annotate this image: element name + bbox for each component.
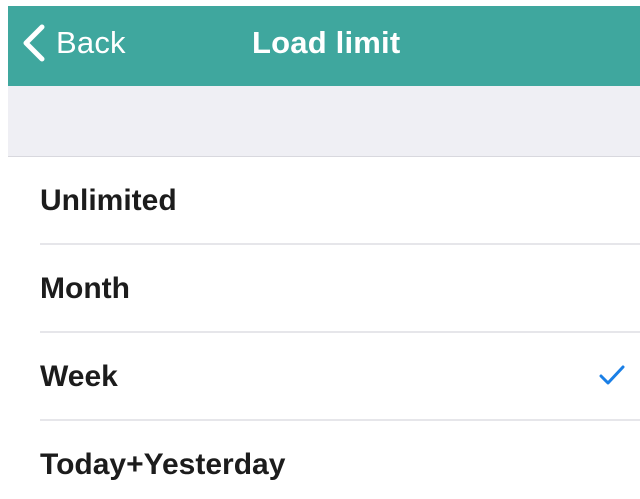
navigation-bar: Back Load limit (8, 6, 640, 86)
option-unlimited[interactable]: Unlimited (0, 157, 640, 245)
option-month[interactable]: Month (0, 245, 640, 333)
option-week[interactable]: Week (0, 333, 640, 421)
back-label: Back (56, 25, 126, 60)
back-button[interactable]: Back (20, 6, 126, 80)
option-label: Month (40, 272, 130, 305)
checkmark-icon (599, 365, 625, 385)
chevron-left-icon (23, 24, 45, 62)
option-label: Today+Yesterday (40, 448, 286, 481)
option-today-yesterday[interactable]: Today+Yesterday (0, 421, 640, 499)
load-limit-screen: Back Load limit Unlimited Month Week Tod… (0, 0, 640, 499)
page-title: Load limit (252, 25, 401, 60)
section-header-gap (8, 86, 640, 157)
load-limit-options: Unlimited Month Week Today+Yesterday (0, 157, 640, 499)
option-label: Week (40, 360, 118, 393)
option-label: Unlimited (40, 184, 177, 217)
